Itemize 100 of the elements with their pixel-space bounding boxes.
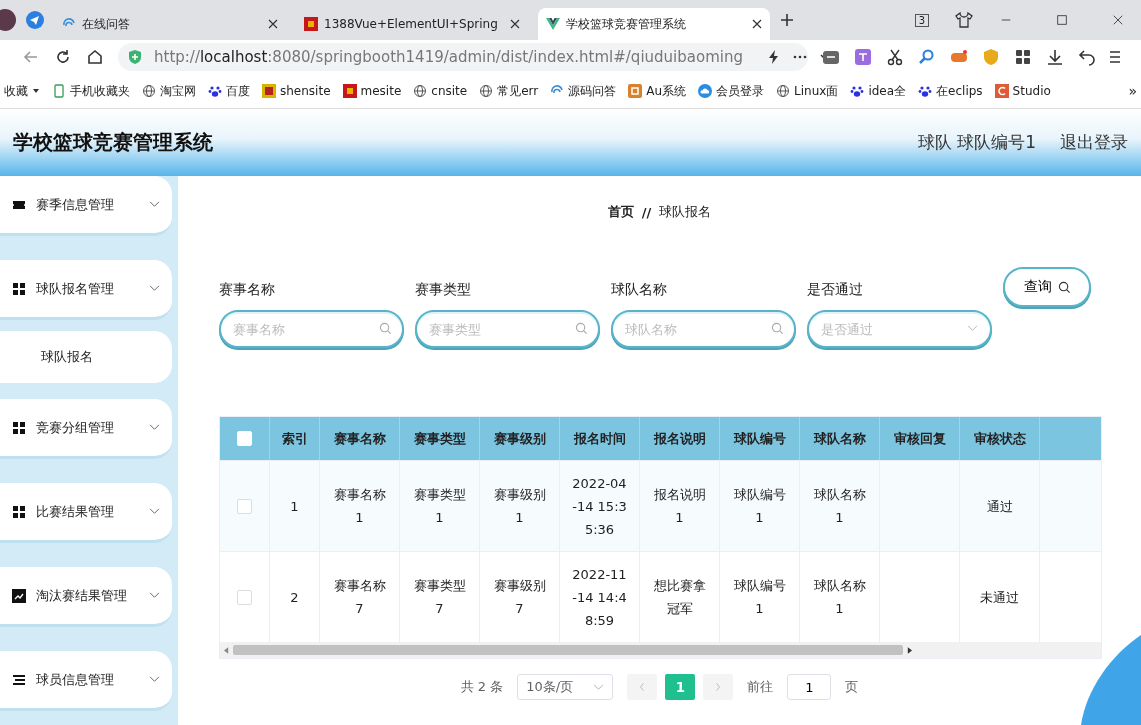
total-count: 共 2 条 <box>460 678 504 696</box>
bookmark[interactable]: 常见err <box>479 82 539 100</box>
breadcrumb-item[interactable]: 首页 <box>607 203 634 221</box>
table-cell-text: 1 <box>290 497 299 516</box>
chart-icon <box>12 588 26 603</box>
page-suffix: 页 <box>845 678 859 696</box>
magnifier-icon[interactable] <box>918 48 936 66</box>
column-header: 赛事级别 <box>493 430 546 448</box>
chevron-down-icon <box>593 683 605 691</box>
globe-icon <box>413 84 428 98</box>
menu-icon[interactable] <box>1110 48 1120 66</box>
menu-item[interactable]: 淘汰赛结果管理 <box>0 567 172 627</box>
column-header: 球队编号 <box>733 430 786 448</box>
goto-label: 前往 <box>747 678 774 696</box>
bookmark[interactable]: 源码问答 <box>550 82 617 100</box>
scroll-left-icon[interactable] <box>224 646 229 654</box>
translate-icon[interactable] <box>854 48 872 66</box>
table-cell-text: 2 <box>290 588 299 607</box>
bookmark[interactable]: Studio <box>994 84 1051 98</box>
close-icon[interactable] <box>1112 14 1124 26</box>
app-title: 学校篮球竞赛管理系统 <box>13 129 213 156</box>
list-icon <box>12 672 26 687</box>
menu-item[interactable]: 赛季信息管理 <box>0 176 172 236</box>
logout-link[interactable]: 退出登录 <box>1060 131 1128 154</box>
table-cell-text: 赛事名称1 <box>332 486 387 527</box>
menu-item[interactable]: 竞赛分组管理 <box>0 399 172 459</box>
select-field[interactable]: 是否通过 <box>807 310 992 348</box>
bookmark[interactable]: 会员登录 <box>698 82 765 100</box>
shirt-icon[interactable] <box>955 11 973 29</box>
shield-icon <box>128 50 142 64</box>
tab-count[interactable]: 3 <box>914 13 929 27</box>
globe-icon <box>479 84 494 98</box>
menu-item[interactable]: 球员信息管理 <box>0 651 172 711</box>
search-icon <box>575 322 588 335</box>
close-icon[interactable] <box>752 19 762 29</box>
profile-avatar[interactable] <box>0 9 16 31</box>
select-all-checkbox[interactable] <box>237 431 252 446</box>
bookmark[interactable]: 在eclips <box>918 82 983 100</box>
scissors-icon[interactable] <box>886 48 904 66</box>
send-icon[interactable] <box>26 11 44 29</box>
reload-icon[interactable] <box>54 48 72 66</box>
column-header: 审核回复 <box>893 430 946 448</box>
bookmark[interactable]: mesite <box>342 84 402 98</box>
search-field[interactable]: 赛事类型 <box>415 310 600 348</box>
url-text: http://localhost:8080/springbooth1419/admin/dist/index.html#/qiuduibaoming <box>154 48 743 66</box>
chevron-left-icon <box>639 682 646 692</box>
download-icon[interactable] <box>1046 48 1064 66</box>
chevron-down-icon <box>149 285 160 292</box>
scroll-right-icon[interactable] <box>907 646 912 654</box>
search-button[interactable]: 查询 <box>1003 267 1091 307</box>
site-logo-icon <box>304 17 318 31</box>
table-cell-text: 赛事级别1 <box>492 486 547 527</box>
browser-tab[interactable]: 1388Vue+ElementUI+Spring <box>296 8 528 40</box>
search-field[interactable]: 赛事名称 <box>219 310 404 348</box>
bookmark[interactable]: 淘宝网 <box>142 82 196 100</box>
paw-icon <box>850 84 865 98</box>
chevron-right-icon <box>715 682 722 692</box>
bookmark[interactable]: shensite <box>262 84 331 98</box>
chevron-down-icon <box>149 424 160 431</box>
bookmark[interactable]: 手机收藏夹 <box>52 82 130 100</box>
bookmark[interactable]: 收藏 <box>4 82 40 100</box>
field-label: 是否通过 <box>807 281 864 299</box>
menu-item[interactable]: 球队报名管理 <box>0 260 172 320</box>
maximize-icon[interactable] <box>1056 14 1068 26</box>
new-tab-icon[interactable] <box>780 13 794 27</box>
bookmark[interactable]: cnsite <box>413 84 468 98</box>
chevron-down-icon <box>149 508 160 515</box>
tab-title: 1388Vue+ElementUI+Spring <box>324 17 498 31</box>
field-label: 赛事类型 <box>415 281 472 299</box>
search-icon <box>771 322 784 335</box>
close-icon[interactable] <box>510 19 520 29</box>
grid-icon <box>12 504 26 519</box>
submenu-item[interactable]: 球队报名 <box>0 331 172 383</box>
menu-item[interactable]: 比赛结果管理 <box>0 483 172 543</box>
row-checkbox[interactable] <box>237 498 252 514</box>
table-cell-text: 赛事类型1 <box>412 486 467 527</box>
row-checkbox[interactable] <box>237 589 252 605</box>
bookmark[interactable]: Linux面 <box>776 82 839 100</box>
close-icon[interactable] <box>268 19 278 29</box>
browser-tab[interactable]: 在线问答 <box>54 8 286 40</box>
search-field[interactable]: 球队名称 <box>611 310 796 348</box>
undo-icon[interactable] <box>1078 48 1096 66</box>
browser-tab[interactable]: 学校篮球竞赛管理系统 <box>538 8 770 40</box>
page-size-select[interactable]: 10条/页 <box>517 674 614 700</box>
horizontal-scrollbar[interactable] <box>220 642 1101 658</box>
caret-icon <box>32 87 40 95</box>
lightning-icon[interactable] <box>766 50 781 64</box>
bookmark[interactable]: Au系统 <box>628 82 687 100</box>
paw-icon <box>208 84 222 98</box>
chevron-down-icon <box>149 201 160 208</box>
grid-icon <box>12 281 26 296</box>
bookmark[interactable]: idea全 <box>850 82 907 100</box>
page-input[interactable]: 1 <box>787 674 832 700</box>
column-header: 报名时间 <box>573 430 626 448</box>
apps-icon[interactable] <box>1014 48 1032 66</box>
bookmarks-overflow[interactable]: » <box>1128 83 1137 99</box>
bookmark[interactable]: 百度 <box>208 82 250 100</box>
home-icon[interactable] <box>86 48 104 66</box>
globe-icon <box>776 84 791 98</box>
tab-title: 在线问答 <box>82 15 130 33</box>
